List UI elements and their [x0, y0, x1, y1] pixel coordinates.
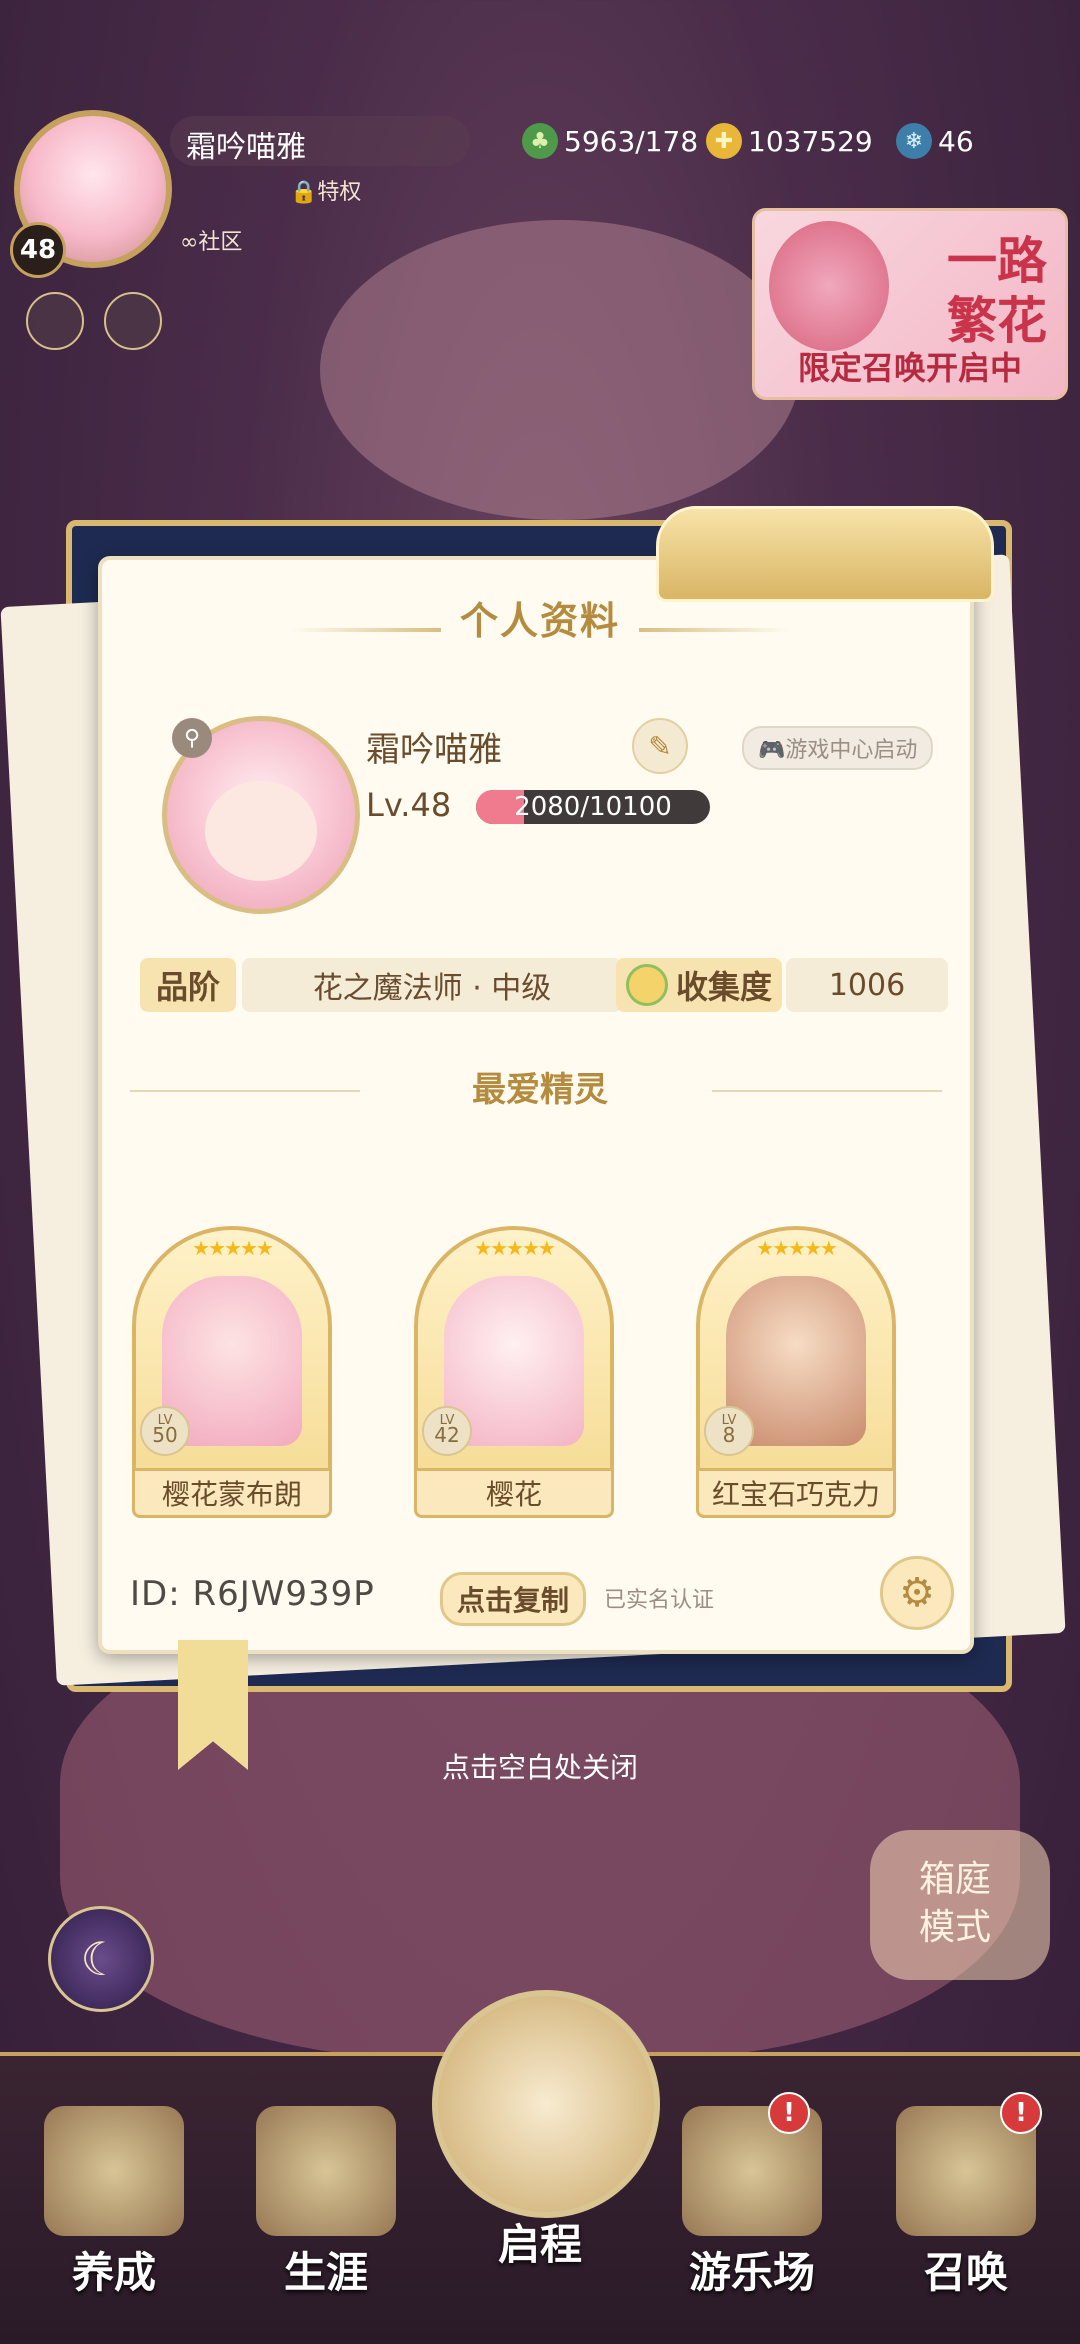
- favorite-sprite-card[interactable]: ★★★★★ LV 42 樱花: [414, 1226, 614, 1518]
- id-label: ID:: [130, 1574, 181, 1614]
- profile-level: Lv.48: [366, 786, 452, 824]
- limited-summon-banner[interactable]: 一路 繁花 限定召唤开启中: [752, 208, 1068, 400]
- sprite-stars: ★★★★★: [756, 1236, 838, 1260]
- flourish-left: [290, 627, 441, 632]
- crown-icon: [256, 2106, 396, 2236]
- close-hint: 点击空白处关闭: [441, 1751, 638, 1784]
- avatar-face: [205, 781, 317, 881]
- sprite-name: 樱花蒙布朗: [132, 1468, 332, 1518]
- nav-depart[interactable]: 启程: [450, 2211, 630, 2272]
- notification-badge: !: [768, 2092, 810, 2134]
- nav-career[interactable]: 生涯: [236, 2239, 416, 2300]
- event-character-portrait: [769, 221, 889, 351]
- verified-status: 已实名认证: [604, 1588, 715, 1613]
- player-name: 霜吟喵雅: [186, 130, 306, 165]
- flourish-right: [639, 627, 790, 632]
- rank-row: 品阶 花之魔法师 · 中级: [140, 958, 622, 1012]
- sprite-name: 樱花: [414, 1468, 614, 1518]
- game-center-button[interactable]: 🎮游戏中心启动: [742, 726, 934, 770]
- resource-clover[interactable]: ♣ 5963/178: [522, 118, 698, 164]
- link-icon[interactable]: ⚲: [172, 718, 212, 758]
- moon-orb-icon[interactable]: ☾: [48, 1906, 154, 2012]
- gear-icon[interactable]: ⚙: [880, 1556, 954, 1630]
- sprite-level-badge: LV 8: [704, 1406, 754, 1456]
- nurture-icon: [44, 2106, 184, 2236]
- player-id: ID: R6JW939P: [130, 1574, 375, 1614]
- sprite-stars: ★★★★★: [192, 1236, 274, 1260]
- nav-nurture[interactable]: 养成: [24, 2239, 204, 2300]
- favorites-title: 最爱精灵: [472, 1070, 608, 1110]
- exp-text: 2080/10100: [514, 792, 672, 822]
- flower-icon: [625, 964, 668, 1006]
- collection-value: 1006: [786, 958, 948, 1012]
- player-level-badge: 48: [10, 222, 66, 278]
- clover-icon: ♣: [522, 123, 558, 159]
- privilege-link[interactable]: 🔒特权: [290, 174, 361, 206]
- collection-row: 收集度 1006: [616, 958, 948, 1012]
- sleep-face-icon[interactable]: [104, 292, 162, 350]
- sprite-name: 红宝石巧克力: [696, 1468, 896, 1518]
- copy-id-button[interactable]: 点击复制: [440, 1572, 587, 1626]
- nav-summon[interactable]: 召唤: [876, 2239, 1056, 2300]
- yard-mode-label: 箱庭 模式: [918, 1859, 991, 1948]
- profile-title-row: 个人资料: [0, 590, 1080, 645]
- resource-gem[interactable]: ❄ 46: [896, 118, 974, 164]
- nav-playground[interactable]: 游乐场: [662, 2239, 842, 2300]
- book-icon: [432, 1990, 660, 2218]
- exp-progress-bar: 2080/10100: [476, 790, 710, 824]
- event-title: 一路 繁花: [947, 231, 1047, 350]
- controller-icon: 🎮: [758, 738, 786, 763]
- star-badge-icon[interactable]: [26, 292, 84, 350]
- rank-label: 品阶: [140, 958, 236, 1012]
- resource-gold[interactable]: ✚ 1037529: [706, 118, 873, 164]
- favorite-sprite-card[interactable]: ★★★★★ LV 8 红宝石巧克力: [696, 1226, 896, 1518]
- profile-title: 个人资料: [459, 598, 620, 643]
- profile-name: 霜吟喵雅: [366, 730, 502, 770]
- collection-label: 收集度: [616, 958, 782, 1012]
- snowflake-gem-icon: ❄: [896, 123, 932, 159]
- sprite-level-badge: LV 50: [140, 1406, 190, 1456]
- edit-name-icon[interactable]: ✎: [632, 718, 688, 774]
- notification-badge: !: [1000, 2092, 1042, 2134]
- sprite-stars: ★★★★★: [474, 1236, 556, 1260]
- lock-icon: 🔒: [290, 180, 318, 205]
- community-link[interactable]: ∞社区: [180, 224, 242, 256]
- gold-coin-icon: ✚: [706, 123, 742, 159]
- mask-icon: ∞: [180, 230, 199, 255]
- event-subtitle: 限定召唤开启中: [797, 349, 1022, 387]
- rank-value: 花之魔法师 · 中级: [242, 958, 622, 1012]
- id-value: R6JW939P: [192, 1574, 375, 1614]
- sprite-level-badge: LV 42: [422, 1406, 472, 1456]
- card-crown-decoration: [656, 506, 994, 602]
- favorite-sprite-card[interactable]: ★★★★★ LV 50 樱花蒙布朗: [132, 1226, 332, 1518]
